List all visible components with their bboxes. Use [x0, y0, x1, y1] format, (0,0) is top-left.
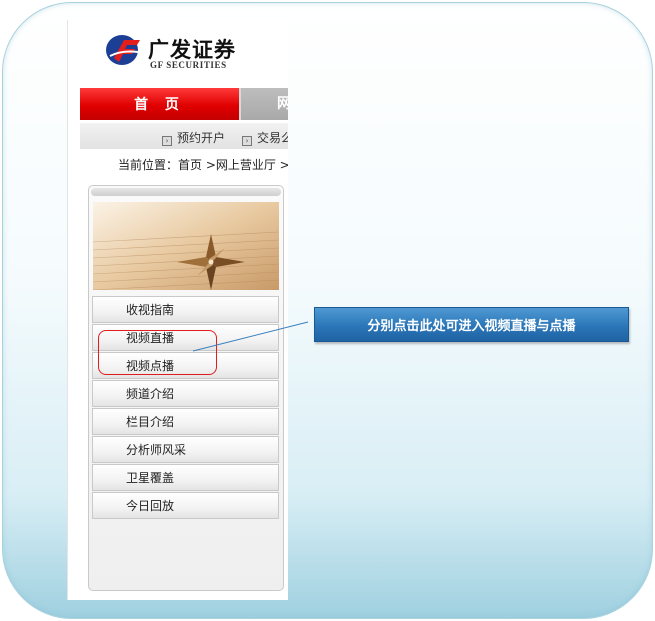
- subnav-label: 交易么: [257, 131, 288, 145]
- subnav-item-trade[interactable]: › 交易么: [242, 129, 288, 146]
- highlight-ellipse: [98, 330, 217, 375]
- video-menu-panel: 收视指南 视频直播 视频点播 频道介绍 栏目介绍 分析师风采 卫星覆盖 今日回放: [88, 185, 284, 591]
- logo-english-text: GF SECURITIES: [150, 60, 227, 70]
- arrow-box-icon: ›: [242, 136, 252, 146]
- nav-tab-second[interactable]: 网: [241, 88, 288, 120]
- nav-tab-home[interactable]: 首 页: [80, 88, 239, 120]
- gf-logo[interactable]: 广发证券 GF SECURITIES: [104, 32, 274, 72]
- callout-label: 分别点击此处可进入视频直播与点播: [314, 307, 629, 342]
- menu-item-today-replay[interactable]: 今日回放: [92, 492, 279, 519]
- menu-item-viewing-guide[interactable]: 收视指南: [92, 296, 279, 323]
- sub-nav: › 预约开户 › 交易么: [80, 123, 288, 149]
- web-page: 广发证券 GF SECURITIES 首 页 网 › 预约开户 › 交易么 当前位置…: [67, 20, 288, 600]
- subnav-label: 预约开户: [177, 131, 226, 145]
- compass-banner-image: [93, 202, 279, 290]
- menu-item-program-intro[interactable]: 栏目介绍: [92, 408, 279, 435]
- menu-item-analysts[interactable]: 分析师风采: [92, 436, 279, 463]
- breadcrumb: 当前位置：首页 >网上营业厅 >: [118, 158, 288, 172]
- gf-logo-icon: [106, 35, 140, 65]
- subnav-item-open-account[interactable]: › 预约开户: [162, 129, 225, 146]
- menu-item-satellite-coverage[interactable]: 卫星覆盖: [92, 464, 279, 491]
- panel-header-bar: [91, 188, 281, 196]
- menu-item-channel-intro[interactable]: 频道介绍: [92, 380, 279, 407]
- main-nav: 首 页 网: [80, 88, 288, 120]
- arrow-box-icon: ›: [162, 136, 172, 146]
